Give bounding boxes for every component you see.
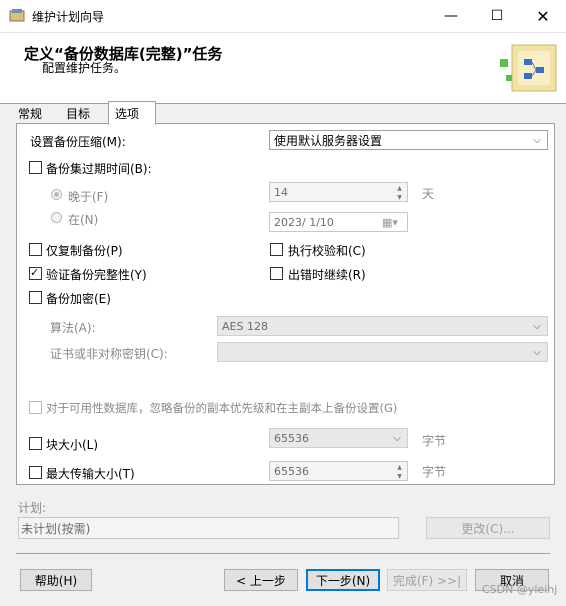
maximize-icon[interactable]: ☐	[474, 0, 520, 32]
encrypt-checkbox[interactable]	[29, 291, 42, 304]
tab-destination[interactable]: 目标	[60, 103, 96, 123]
copy-only-checkbox[interactable]	[29, 243, 42, 256]
change-schedule-button[interactable]: 更改(C)...	[426, 517, 550, 539]
expire-label: 备份集过期时间(B):	[46, 162, 152, 176]
chevron-down-icon: ⌵	[533, 134, 541, 146]
chevron-down-icon: ⌵	[533, 346, 541, 358]
checksum-checkbox[interactable]	[270, 243, 283, 256]
days-unit: 天	[422, 187, 435, 201]
title-bar: 维护计划向导 — ☐ ✕	[0, 0, 566, 33]
continue-on-error-checkbox[interactable]	[270, 267, 283, 280]
back-button[interactable]: < 上一步	[224, 569, 298, 591]
after-days-value: 14	[274, 185, 288, 199]
schedule-field[interactable]: 未计划(按需)	[18, 517, 399, 539]
tab-options[interactable]: 选项	[108, 101, 156, 125]
wizard-graphic-icon	[500, 44, 557, 92]
page-subtitle: 配置维护任务。	[42, 61, 127, 75]
cert-select[interactable]: ⌵	[217, 342, 548, 362]
after-days-stepper[interactable]: 14 ▲ ▼	[269, 182, 408, 202]
encrypt-label: 备份加密(E)	[46, 292, 111, 306]
spin-down-icon[interactable]: ▼	[393, 472, 406, 480]
schedule-label: 计划:	[18, 501, 47, 515]
spin-up-icon[interactable]: ▲	[393, 184, 406, 192]
verify-label: 验证备份完整性(Y)	[46, 268, 147, 282]
max-transfer-stepper[interactable]: 65536 ▲ ▼	[269, 461, 408, 481]
tab-general[interactable]: 常规	[12, 103, 48, 123]
block-unit: 字节	[422, 434, 447, 448]
finish-button[interactable]: 完成(F) >>|	[387, 569, 467, 591]
on-date-label: 在(N)	[68, 213, 99, 227]
next-button[interactable]: 下一步(N)	[306, 569, 380, 591]
watermark: CSDN @yleihj	[482, 583, 558, 596]
transfer-unit: 字节	[422, 465, 447, 479]
expire-checkbox[interactable]	[29, 161, 42, 174]
chevron-down-icon: ⌵	[393, 432, 401, 444]
block-size-label: 块大小(L)	[46, 438, 99, 452]
wizard-header: 定义“备份数据库(完整)”任务 配置维护任务。	[0, 33, 566, 104]
block-size-value: 65536	[274, 431, 309, 445]
max-transfer-label: 最大传输大小(T)	[46, 467, 135, 481]
verify-checkbox[interactable]	[29, 267, 42, 280]
date-picker[interactable]: 2023/ 1/10 ▦▾	[269, 212, 408, 232]
algorithm-label: 算法(A):	[50, 321, 96, 335]
chevron-down-icon: ⌵	[533, 320, 541, 332]
schedule-value: 未计划(按需)	[21, 521, 91, 536]
divider	[16, 553, 550, 554]
compression-value: 使用默认服务器设置	[274, 133, 383, 148]
app-icon	[9, 9, 25, 22]
continue-on-error-label: 出错时继续(R)	[288, 268, 366, 282]
date-value: 2023/ 1/10	[274, 215, 334, 229]
compression-label: 设置备份压缩(M):	[30, 135, 126, 149]
max-transfer-checkbox[interactable]	[29, 466, 42, 479]
ag-label: 对于可用性数据库，忽略备份的副本优先级和在主副本上备份设置(G)	[46, 401, 398, 415]
calendar-icon[interactable]: ▦▾	[382, 216, 398, 229]
compression-select[interactable]: 使用默认服务器设置 ⌵	[269, 130, 548, 150]
ag-checkbox[interactable]	[29, 401, 42, 414]
after-radio[interactable]	[51, 189, 62, 200]
after-label: 晚于(F)	[68, 190, 109, 204]
max-transfer-value: 65536	[274, 464, 309, 478]
spin-down-icon[interactable]: ▼	[393, 193, 406, 201]
block-size-select[interactable]: 65536 ⌵	[269, 428, 408, 448]
close-icon[interactable]: ✕	[520, 0, 566, 32]
algorithm-select[interactable]: AES 128 ⌵	[217, 316, 548, 336]
cert-label: 证书或非对称密钥(C):	[50, 347, 168, 361]
algorithm-value: AES 128	[222, 319, 268, 333]
window-title: 维护计划向导	[32, 10, 105, 24]
minimize-icon[interactable]: —	[428, 0, 474, 32]
copy-only-label: 仅复制备份(P)	[46, 244, 123, 258]
on-date-radio[interactable]	[51, 212, 62, 223]
checksum-label: 执行校验和(C)	[288, 244, 366, 258]
spin-up-icon[interactable]: ▲	[393, 463, 406, 471]
block-size-checkbox[interactable]	[29, 437, 42, 450]
help-button[interactable]: 帮助(H)	[20, 569, 92, 591]
